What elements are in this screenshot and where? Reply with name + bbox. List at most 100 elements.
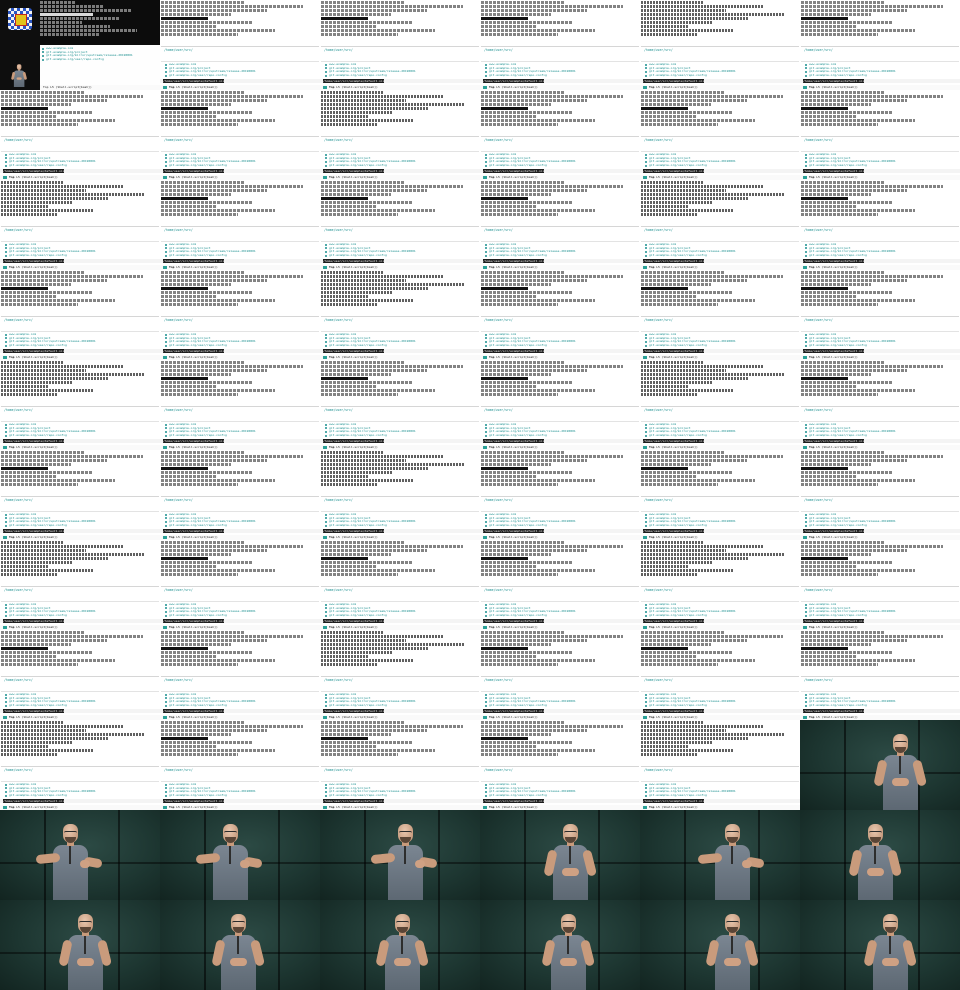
tree-item[interactable]: git.example.org/user/repo-config	[165, 254, 315, 258]
tree-item[interactable]: git.example.org/user/repo-config	[165, 704, 315, 708]
mode-line-line: L5	[176, 175, 180, 179]
bullet-icon	[325, 614, 327, 617]
tree-item[interactable]: git.example.org/user/repo-config	[645, 164, 795, 168]
tree-item[interactable]: git.example.org/user/repo-config	[645, 434, 795, 438]
tree-item[interactable]: git.example.org/user/repo-config	[805, 524, 955, 528]
tree-item[interactable]: git.example.org/user/repo-config	[5, 254, 155, 258]
tree-item[interactable]: git.example.org/user/repo-config	[805, 254, 955, 258]
tree-item[interactable]: git.example.org/user/repo-config	[325, 794, 475, 798]
tree-item[interactable]: git.example.org/user/repo-config	[485, 794, 635, 798]
tree-item[interactable]: git.example.org/user/repo-config	[165, 344, 315, 348]
tree-item[interactable]: git.example.org/user/repo-config	[485, 344, 635, 348]
terminal-line	[1, 369, 87, 372]
bullet-icon	[645, 427, 647, 430]
tree-item[interactable]: git.example.org/user/repo-config	[165, 524, 315, 528]
terminal-line	[801, 471, 893, 474]
speaker-glasses	[232, 921, 245, 925]
bullet-icon	[325, 70, 327, 73]
bullet-icon	[5, 704, 7, 707]
bullet-icon	[325, 524, 327, 527]
tree-item[interactable]: git.example.org/user/repo-config	[325, 254, 475, 258]
mode-line-line: L5	[816, 355, 820, 359]
tree-item[interactable]: git.example.org/user/repo-config	[645, 524, 795, 528]
terminal-line	[321, 643, 465, 646]
speaker	[860, 900, 920, 990]
tree-item[interactable]: git.example.org/user/repo-config	[42, 58, 158, 62]
tree-item[interactable]: git.example.org/user/repo-config	[645, 614, 795, 618]
mode-line-line: L5	[656, 265, 660, 269]
bullet-icon	[165, 524, 167, 527]
tree-item[interactable]: git.example.org/user/repo-config	[5, 794, 155, 798]
mode-line-line: L5	[336, 445, 340, 449]
tree-item[interactable]: git.example.org/user/repo-config	[645, 794, 795, 798]
bullet-icon	[325, 344, 327, 347]
terminal-line	[1, 475, 57, 478]
tree-item[interactable]: git.example.org/user/repo-config	[485, 614, 635, 618]
tree-item[interactable]: git.example.org/user/repo-config	[5, 164, 155, 168]
tree-item[interactable]: git.example.org/user/repo-config	[485, 434, 635, 438]
tree-item[interactable]: git.example.org/user/repo-config	[5, 614, 155, 618]
divider	[1, 136, 159, 137]
terminal-line	[481, 483, 559, 486]
tree-item-label: git.example.org/user/repo-config	[489, 613, 547, 617]
tree-item[interactable]: git.example.org/user/repo-config	[5, 434, 155, 438]
terminal-output: commit 3c8a1f4 user@host:~/src$ ls -la d…	[161, 450, 319, 495]
terminal-line	[321, 123, 378, 126]
echo-area: /home/user/src/example/default.nix	[0, 169, 160, 173]
tree-item[interactable]: git.example.org/user/repo-config	[805, 164, 955, 168]
terminal-line	[481, 639, 587, 642]
tree-item[interactable]: git.example.org/user/repo-config	[325, 704, 475, 708]
tree-item[interactable]: git.example.org/user/repo-config	[5, 344, 155, 348]
highlighted-path: /home/user/src/example/default.nix	[3, 619, 65, 623]
tree-item[interactable]: git.example.org/user/repo-config	[485, 524, 635, 528]
divider	[641, 766, 799, 767]
tree-item[interactable]: git.example.org/user/repo-config	[645, 704, 795, 708]
bullet-icon	[5, 157, 7, 160]
tree-item[interactable]: git.example.org/user/repo-config	[485, 74, 635, 78]
speaker-glasses	[564, 831, 577, 835]
terminal-output: commit 3c8a1f4 user@host:~/src$ ls -la d…	[481, 720, 639, 765]
bullet-icon	[165, 247, 167, 250]
tree-item[interactable]: git.example.org/user/repo-config	[485, 164, 635, 168]
bullet-icon	[645, 344, 647, 347]
tree-item[interactable]: git.example.org/user/repo-config	[165, 794, 315, 798]
terminal-line	[801, 541, 885, 544]
tree-item[interactable]: git.example.org/user/repo-config	[5, 524, 155, 528]
tree-item[interactable]: git.example.org/user/repo-config	[325, 614, 475, 618]
tree-item[interactable]: git.example.org/user/repo-config	[325, 164, 475, 168]
directory-tree: www.example.com git.example.org/project gi…	[325, 423, 475, 437]
divider	[641, 781, 799, 782]
directory-tree: www.example.com git.example.org/project gi…	[645, 693, 795, 707]
tree-item[interactable]: git.example.org/user/repo-config	[645, 74, 795, 78]
mode-line-position: Top	[649, 625, 655, 629]
speaker-beard	[895, 747, 906, 753]
tree-item[interactable]: git.example.org/user/repo-config	[165, 74, 315, 78]
tree-item[interactable]: git.example.org/user/repo-config	[645, 344, 795, 348]
terminal-line	[641, 111, 733, 114]
tree-item[interactable]: git.example.org/user/repo-config	[485, 254, 635, 258]
tree-item[interactable]: git.example.org/user/repo-config	[325, 434, 475, 438]
tree-item[interactable]: git.example.org/user/repo-config	[165, 164, 315, 168]
tree-item[interactable]: git.example.org/user/repo-config	[325, 344, 475, 348]
terminal-line	[641, 557, 749, 560]
modeline-indicator-icon	[643, 535, 647, 539]
tree-item[interactable]: git.example.org/user/repo-config	[805, 434, 955, 438]
tree-item[interactable]: git.example.org/user/repo-config	[325, 74, 475, 78]
divider	[801, 136, 959, 137]
tree-item[interactable]: git.example.org/user/repo-config	[485, 704, 635, 708]
tree-item[interactable]: git.example.org/user/repo-config	[165, 434, 315, 438]
tree-item[interactable]: git.example.org/user/repo-config	[5, 704, 155, 708]
tree-item[interactable]: git.example.org/user/repo-config	[805, 344, 955, 348]
divider	[1, 766, 159, 767]
directory-path: /home/user/src/	[644, 678, 673, 682]
tree-item[interactable]: git.example.org/user/repo-config	[325, 524, 475, 528]
tree-item[interactable]: git.example.org/user/repo-config	[805, 614, 955, 618]
tree-item[interactable]: git.example.org/user/repo-config	[805, 74, 955, 78]
tree-item[interactable]: git.example.org/user/repo-config	[805, 704, 955, 708]
tree-item[interactable]: git.example.org/user/repo-config	[165, 614, 315, 618]
terminal-line	[321, 213, 399, 216]
echo-area: /home/user/src/example/default.nix	[480, 349, 640, 353]
tree-item[interactable]: git.example.org/user/repo-config	[645, 254, 795, 258]
mode-line-line: L5	[656, 355, 660, 359]
terminal-line	[641, 729, 727, 732]
